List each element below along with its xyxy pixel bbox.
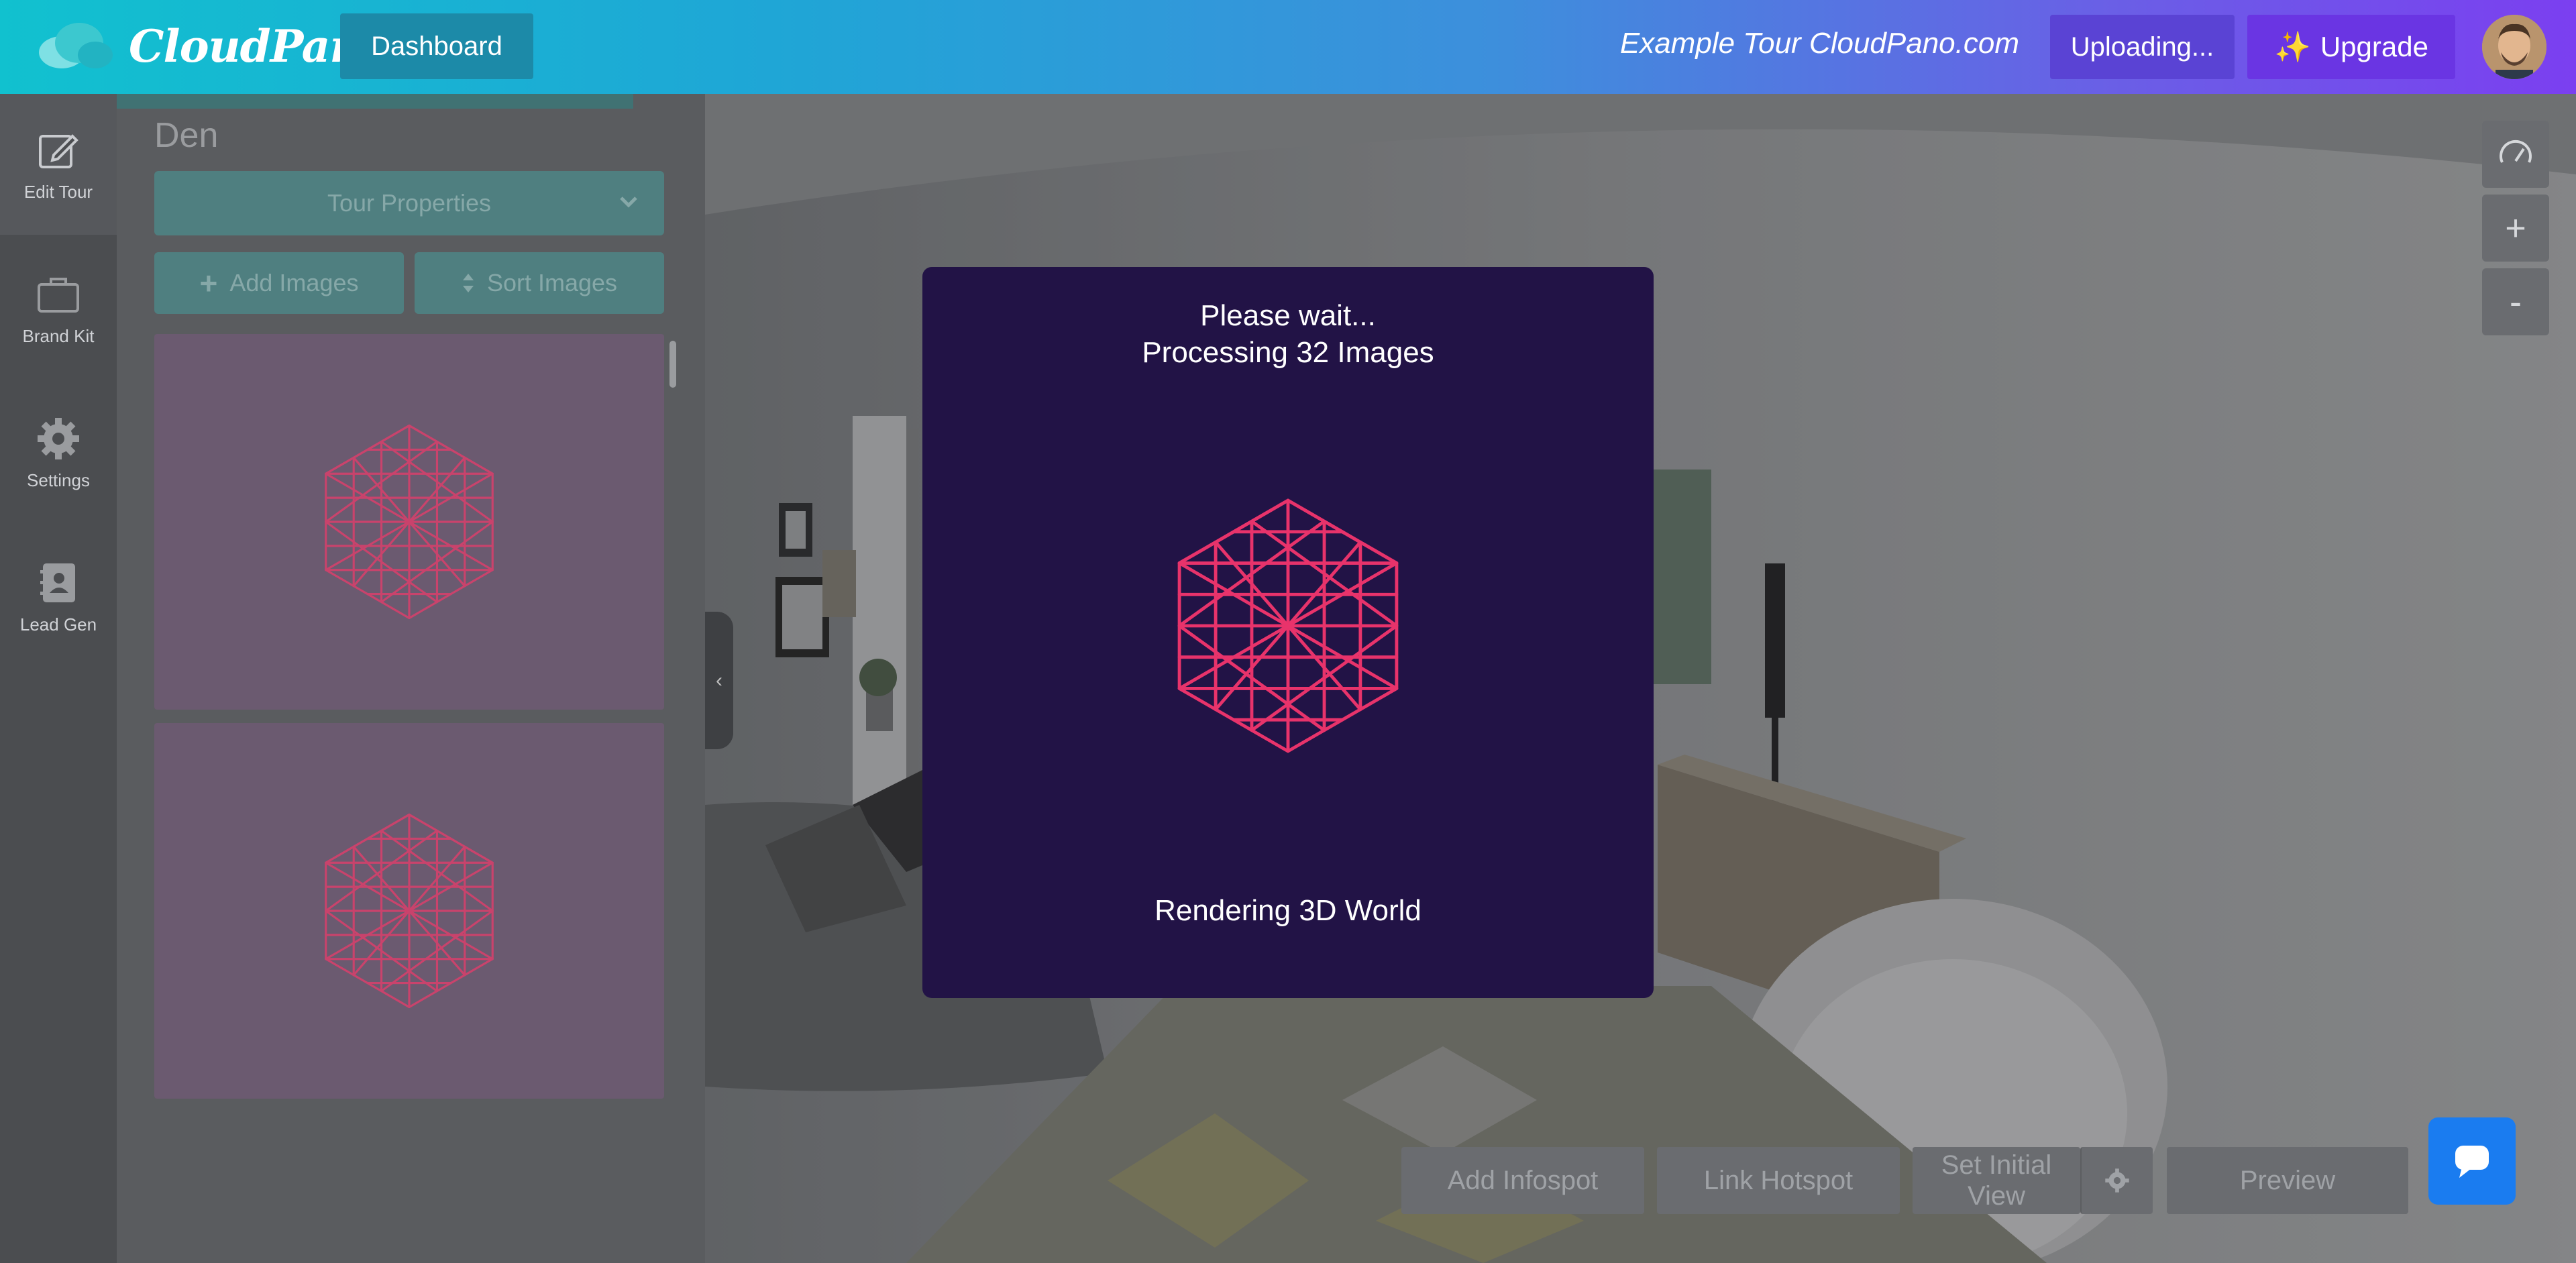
set-initial-view-label: Set Initial View (1941, 1150, 2052, 1211)
user-avatar-icon (2482, 15, 2546, 79)
rail-item-settings[interactable]: Settings (0, 382, 117, 523)
chat-bubble-icon (2455, 1146, 2489, 1178)
upgrade-label: Upgrade (2320, 31, 2428, 62)
chat-button[interactable] (2428, 1117, 2516, 1205)
rail-label: Settings (27, 470, 90, 490)
modal-please-wait: Please wait... (1200, 299, 1376, 332)
tour-properties-dropdown[interactable]: Tour Properties (154, 171, 664, 235)
tour-properties-label: Tour Properties (327, 189, 492, 217)
contact-book-icon (40, 563, 75, 602)
image-thumbnail[interactable] (154, 334, 664, 710)
chevron-left-icon: ‹ (716, 669, 722, 692)
rail-item-brand-kit[interactable]: Brand Kit (0, 238, 117, 379)
sort-images-label: Sort Images (486, 269, 618, 296)
briefcase-icon (38, 277, 79, 313)
sparkle-icon: ✨ (2274, 31, 2311, 64)
chevron-down-icon (620, 197, 637, 208)
panel-scrollbar[interactable] (669, 341, 676, 388)
initial-view-settings-button[interactable] (2080, 1147, 2153, 1214)
sort-icon (462, 274, 474, 292)
speedometer-icon (2500, 140, 2532, 163)
add-images-label: Add Images (229, 269, 359, 296)
rail-label: Brand Kit (22, 325, 95, 346)
gyroscope-button[interactable] (2482, 121, 2549, 188)
hexagon-grid-icon (325, 424, 494, 620)
hexagon-grid-icon (325, 813, 494, 1009)
modal-status: Rendering 3D World (1155, 894, 1421, 927)
dashboard-button[interactable]: Dashboard (340, 13, 533, 79)
avatar[interactable] (2482, 15, 2546, 79)
rail-label: Edit Tour (23, 181, 93, 202)
gear-icon (38, 417, 79, 459)
link-hotspot-button[interactable]: Link Hotspot (1657, 1147, 1900, 1214)
uploading-button[interactable]: Uploading... (2050, 15, 2235, 79)
upgrade-button[interactable]: ✨ Upgrade (2247, 15, 2455, 79)
panel-top-strip (117, 94, 633, 109)
collapse-panel-tab[interactable]: ‹ (705, 612, 733, 749)
zoom-out-button[interactable]: - (2482, 268, 2549, 335)
processing-modal: Please wait... Processing 32 Images Rend… (922, 267, 1654, 998)
section-title: Den (154, 116, 219, 155)
image-thumbnail[interactable] (154, 723, 664, 1099)
zoom-in-button[interactable]: + (2482, 195, 2549, 262)
hexagon-grid-icon (1161, 482, 1415, 770)
gear-icon (2105, 1168, 2129, 1193)
rail-item-lead-gen[interactable]: Lead Gen (0, 527, 117, 667)
edit-panel: Den Tour Properties + Add Images Sort Im… (117, 94, 705, 1263)
modal-processing-count: Processing 32 Images (1142, 336, 1434, 369)
left-rail: Edit Tour Brand Kit Settings Lead Gen (0, 94, 117, 1263)
add-infospot-button[interactable]: Add Infospot (1401, 1147, 1644, 1214)
edit-icon (39, 133, 78, 168)
plus-icon: + (199, 266, 218, 300)
top-bar: CloudPano Dashboard Example Tour CloudPa… (0, 0, 2576, 94)
add-images-button[interactable]: + Add Images (154, 252, 404, 314)
set-initial-view-button[interactable]: Set Initial View (1913, 1147, 2080, 1214)
rail-label: Lead Gen (19, 614, 97, 635)
sort-images-button[interactable]: Sort Images (415, 252, 664, 314)
cloud-logo-icon[interactable] (35, 17, 115, 74)
preview-button[interactable]: Preview (2167, 1147, 2408, 1214)
rail-item-edit-tour[interactable]: Edit Tour (0, 94, 117, 235)
tour-name: Example Tour CloudPano.com (1619, 27, 2019, 60)
